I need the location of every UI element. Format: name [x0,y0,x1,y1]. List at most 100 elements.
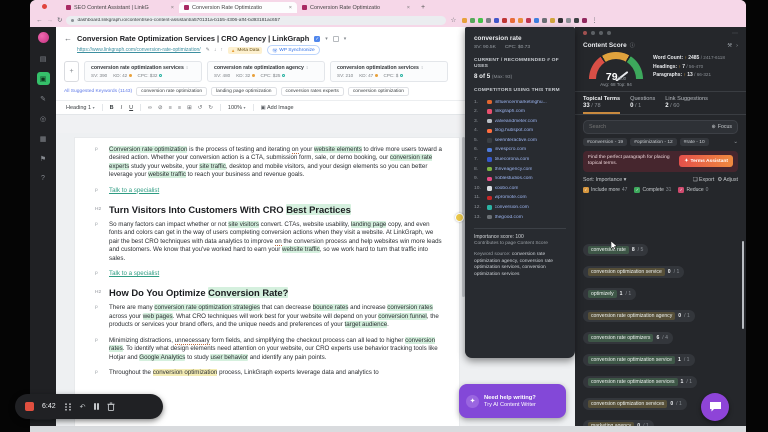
extension-icon[interactable] [502,18,507,23]
sidebar-item[interactable]: ? [37,172,50,185]
topical-term-chip[interactable]: conversion rate optimization agency 0 / … [583,310,695,322]
toolbar-icon[interactable]: ≡ [169,105,172,111]
doc-url-link[interactable]: https://www.linkgraph.com/conversion-rat… [77,47,201,53]
bold-button[interactable]: B [110,105,114,111]
document-block[interactable]: p Throughout the conversion optimization… [75,369,459,377]
new-tab-button[interactable]: + [421,4,425,11]
chevron-down-icon[interactable]: ⌄ [733,139,738,145]
info-icon[interactable]: ⓘ [630,42,635,49]
extension-icon[interactable] [558,18,563,23]
extension-icon[interactable] [574,18,579,23]
topical-term-chip[interactable]: conversion rate optimization services 1 … [583,376,697,388]
competitor-link[interactable]: xoobo.com [495,186,519,191]
extension-icon[interactable] [518,18,523,23]
tab-close-icon[interactable]: × [407,5,410,11]
competitor-link[interactable]: thegood.com [495,215,523,220]
checkbox-icon[interactable]: ✓ [314,36,320,42]
search-input[interactable] [589,124,708,130]
extension-icon[interactable] [526,18,531,23]
extension-icon[interactable] [566,18,571,23]
tools-icon[interactable]: ⚒ [727,43,732,49]
document-block[interactable]: p Talk to a specialist [75,187,459,195]
extension-icon[interactable] [494,18,499,23]
pause-icon[interactable] [94,403,100,410]
focus-toggle[interactable]: ⊕ Focus [712,124,733,130]
suggested-keyword-chip[interactable]: conversion rate optimization [136,87,207,96]
bookmark-star-icon[interactable]: ☆ [450,16,456,24]
competitor-link[interactable]: seerinteractive.com [495,138,537,143]
panel-icon[interactable] [607,31,611,35]
document-block[interactable]: p So many factors can impact whether or … [75,221,459,263]
document-block[interactable]: p Talk to a specialist [75,270,459,278]
terms-scrollbar[interactable] [742,241,745,329]
export-button[interactable]: ❏ Export [693,177,715,183]
panel-tab[interactable]: Topical Terms 33 / 78 [583,96,620,114]
filter-checkbox[interactable]: ✓ Reduce 0 [678,187,708,193]
topical-term-chip[interactable]: optimizely 1 / 1 [583,288,636,300]
drag-handle-icon[interactable] [64,403,72,411]
address-bar[interactable]: dashboard.linkgraph.io/content/seo-conte… [66,16,446,25]
extension-icon[interactable] [582,18,587,23]
panel-icon[interactable] [591,31,595,35]
site-info-icon[interactable] [71,19,74,22]
document-block[interactable]: H2 How Do You Optimize Conversion Rate? [75,287,459,298]
competitor-link[interactable]: invespcro.com [495,147,527,152]
forward-button[interactable]: → [47,17,54,24]
floating-badge[interactable] [455,213,464,222]
meta-data-badge[interactable]: ▲ Meta Data [228,47,263,54]
reload-button[interactable]: ↻ [57,16,62,24]
document-sheet[interactable]: p Conversion rate optimization is the pr… [74,137,460,426]
competitor-link[interactable]: valveandmeter.com [495,119,537,124]
extension-icon[interactable] [478,18,483,23]
topical-term-chip[interactable]: conversion rate optimizers 6 / 4 [583,332,673,344]
sidebar-item[interactable]: ✎ [37,92,50,105]
terms-assistant-button[interactable]: ✦ Terms Assistant [679,155,733,167]
document-block[interactable]: p Minimizing distractions, unnecessary f… [75,337,459,362]
toolbar-icon[interactable]: ≡ [178,105,181,111]
browser-tab[interactable]: Conversion Rate Optimizatio × [297,2,415,13]
stop-recording-button[interactable] [25,402,34,411]
ai-content-writer-button[interactable]: ✦ Need help writing? Try AI Content Writ… [459,384,566,418]
add-keyword-button[interactable]: + [64,61,79,82]
hashtag-chip[interactable]: #conversion - 19 [583,138,627,146]
undo-recording-icon[interactable]: ↶ [80,403,86,411]
add-image-button[interactable]: ▣ Add Image [261,105,294,111]
hashtag-chip[interactable]: #rate - 10 [680,138,709,146]
sort-select[interactable]: Sort: Importance ▾ [583,177,626,183]
doc-action-icon[interactable]: ↑ [220,47,223,53]
panel-tab[interactable]: Link Suggestions 2 / 60 [665,96,708,114]
all-suggested-keywords-link[interactable]: All Suggested Keywords (1143) [64,89,132,94]
toolbar-icon[interactable]: ↺ [198,105,203,111]
extension-icon[interactable] [486,18,491,23]
browser-tab[interactable]: Conversion Rate Optimizatio × [179,2,297,13]
competitor-link[interactable]: influencermarketinghu... [495,100,547,105]
sidebar-item[interactable]: ◎ [37,112,50,125]
suggested-keyword-chip[interactable]: conversion rates experts [281,87,344,96]
toolbar-icon[interactable]: ⊞ [187,105,192,111]
doc-action-icon[interactable]: ✎ [206,47,210,53]
keyword-card[interactable]: conversion optimization services ♀ SV: 2… [330,61,448,82]
suggested-keyword-chip[interactable]: landing page optimization [211,87,276,96]
topical-term-chip[interactable]: conversion optimization services 0 / 1 [583,398,687,410]
toolbar-icon[interactable]: ⊘ [158,105,163,111]
terms-search[interactable]: ⊕ Focus [583,120,738,134]
competitor-link[interactable]: conversion.com [495,205,529,210]
doc-action-icon[interactable]: ↓ [214,47,217,53]
competitor-link[interactable]: noblestudios.com [495,176,533,181]
filter-checkbox[interactable]: ✓ Include more 47 [583,187,627,193]
doc-back-button[interactable]: ← [64,34,72,43]
topical-term-chip[interactable]: conversion optimization service 0 / 1 [583,266,684,278]
competitor-link[interactable]: wpromote.com [495,195,527,200]
topical-term-chip[interactable]: conversion rate optimization service 1 /… [583,354,695,366]
panel-more-icon[interactable]: ⋯ [732,30,738,37]
keyword-card[interactable]: conversion rate optimization services ♀ … [84,61,202,82]
keyword-card[interactable]: conversion rate optimization agency ♀ SV… [207,61,325,82]
linkgraph-logo[interactable] [38,32,49,43]
back-button[interactable]: ← [36,17,43,24]
trash-icon[interactable] [107,402,115,411]
extension-icon[interactable] [462,18,467,23]
zoom-select[interactable]: 100% ▾ [228,105,246,111]
extension-icon[interactable] [542,18,547,23]
doc-title[interactable]: Conversion Rate Optimization Services | … [77,34,309,43]
extension-icon[interactable] [510,18,515,23]
